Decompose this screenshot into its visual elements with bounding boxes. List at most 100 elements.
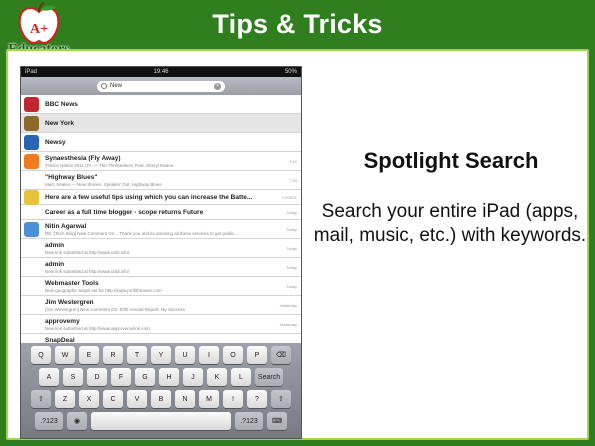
key-i[interactable]: I — [199, 346, 219, 364]
space-key[interactable] — [91, 412, 231, 430]
blank-icon — [24, 260, 39, 275]
result-title: Jim Westergren — [45, 298, 94, 306]
search-key[interactable]: Search — [255, 368, 283, 386]
result-date: 7:34 — [289, 177, 297, 183]
result-date: Yesterday — [279, 302, 297, 308]
status-bar: iPad 19:46 50% — [21, 67, 301, 77]
key-v[interactable]: V — [127, 390, 147, 408]
result-date: Today — [286, 209, 297, 215]
result-subtitle: New geographic target set for http://www… — [45, 287, 162, 293]
result-title: Synaesthesia (Fly Away) — [45, 154, 121, 162]
search-result-row[interactable]: New York — [21, 114, 301, 133]
key-q[interactable]: Q — [31, 346, 51, 364]
blank-icon — [24, 279, 39, 294]
result-title: "Highway Blues" — [45, 173, 98, 181]
blank-icon — [24, 298, 39, 313]
blank-icon — [24, 317, 39, 332]
search-result-row[interactable]: Here are a few useful tips using which y… — [21, 189, 301, 205]
keyboard-row-1: Q W E R T Y U I O P ⌫ — [24, 346, 298, 364]
key-o[interactable]: O — [223, 346, 243, 364]
key-b[interactable]: B — [151, 390, 171, 408]
result-subtitle: New link submitted at http://www.unbl.in… — [45, 268, 130, 274]
search-result-row[interactable]: Synaesthesia (Fly Away) Trance Nation 201… — [21, 152, 301, 171]
key-f[interactable]: F — [111, 368, 131, 386]
shift-key-right[interactable]: ⇧ — [271, 390, 291, 408]
key-g[interactable]: G — [135, 368, 155, 386]
key-a[interactable]: A — [39, 368, 59, 386]
result-title: Here are a few useful tips using which y… — [45, 193, 253, 201]
search-icon — [101, 83, 107, 89]
number-key[interactable]: .?123 — [35, 412, 63, 430]
hide-keyboard-key[interactable]: ⌨ — [267, 412, 287, 430]
result-title: Career as a full time blogger - scope re… — [45, 208, 204, 216]
search-result-row[interactable]: "Highway Blues" Marc Seales — New Stories… — [21, 171, 301, 190]
result-date: Today — [286, 245, 297, 251]
search-result-row[interactable]: BBC News — [21, 95, 301, 114]
key-e[interactable]: E — [79, 346, 99, 364]
search-result-row[interactable]: Career as a full time blogger - scope re… — [21, 205, 301, 220]
key-c[interactable]: C — [103, 390, 123, 408]
key-u[interactable]: U — [175, 346, 195, 364]
search-result-row[interactable]: admin New link submitted at http://www.un… — [21, 258, 301, 277]
keyboard-row-4: .?123 ◉ .?123 ⌨ — [24, 412, 298, 430]
result-title: admin — [45, 260, 65, 268]
mail-icon — [24, 221, 39, 237]
newsy-icon — [24, 134, 39, 150]
status-carrier: iPad — [25, 69, 38, 75]
shift-key[interactable]: ⇧ — [31, 390, 51, 408]
search-input[interactable]: New × — [97, 80, 225, 92]
search-result-row[interactable]: Nitin Agarwal RE: [Tech Blog] New Comment… — [21, 220, 301, 239]
key-exclaim[interactable]: ! — [223, 390, 243, 408]
status-time: 19:46 — [153, 69, 169, 75]
key-k[interactable]: K — [207, 368, 227, 386]
key-n[interactable]: N — [175, 390, 195, 408]
key-w[interactable]: W — [55, 346, 75, 364]
clear-icon[interactable]: × — [214, 82, 221, 90]
key-l[interactable]: L — [231, 368, 251, 386]
search-result-row[interactable]: Jim Westergren [Jim Westergren] New Comme… — [21, 296, 301, 315]
result-date: 3:40 — [289, 158, 297, 164]
key-s[interactable]: S — [63, 368, 83, 386]
title-bar: Tips & Tricks — [0, 0, 595, 46]
key-d[interactable]: D — [87, 368, 107, 386]
key-y[interactable]: Y — [151, 346, 171, 364]
result-subtitle: Trance Nation 2011 (Ft. — The Thrillseek… — [45, 162, 174, 168]
result-subtitle: [Jim Westergren] New Comment On: Fifth A… — [45, 306, 185, 312]
result-subtitle: RE: [Tech Blog] New Comment On... Thank … — [45, 230, 239, 236]
key-h[interactable]: H — [159, 368, 179, 386]
spotlight-search-bar: New × — [21, 77, 301, 95]
key-j[interactable]: J — [183, 368, 203, 386]
keyboard-row-2: A S D F G H J K L Search — [24, 368, 298, 386]
result-title: admin — [45, 241, 65, 249]
search-result-row[interactable]: admin New link submitted at http://www.un… — [21, 239, 301, 258]
number-key-right[interactable]: .?123 — [235, 412, 263, 430]
slide: Tips & Tricks A+ Educators iPad 19:46 50… — [0, 0, 595, 446]
slide-title: Tips & Tricks — [212, 9, 383, 39]
key-r[interactable]: R — [103, 346, 123, 364]
key-question[interactable]: ? — [247, 390, 267, 408]
key-m[interactable]: M — [199, 390, 219, 408]
key-t[interactable]: T — [127, 346, 147, 364]
search-result-row[interactable]: Newsy — [21, 133, 301, 152]
result-title: New York — [45, 119, 75, 127]
key-z[interactable]: Z — [55, 390, 75, 408]
logo-badge: A+ — [30, 22, 48, 37]
globe-key[interactable]: ◉ — [67, 412, 87, 430]
result-date: Today — [286, 264, 297, 270]
result-title: BBC News — [45, 100, 78, 108]
notes-icon — [24, 189, 39, 205]
section-body: Search your entire iPad (apps, mail, mus… — [313, 201, 587, 246]
search-result-row[interactable]: Webmaster Tools New geographic target set… — [21, 277, 301, 296]
blank-icon — [24, 241, 39, 256]
key-x[interactable]: X — [79, 390, 99, 408]
result-date: Today — [286, 226, 297, 232]
result-subtitle: Marc Seales — New Stories, Speakin' Out,… — [45, 181, 162, 187]
results-list: BBC News New York Newsy Synaesthesia (Fly A… — [21, 95, 301, 353]
key-p[interactable]: P — [247, 346, 267, 364]
search-result-row[interactable]: approvemy New link submitted at http://ww… — [21, 315, 301, 334]
status-battery: 50% — [284, 69, 297, 75]
delete-key[interactable]: ⌫ — [271, 346, 291, 364]
ipad-screenshot: iPad 19:46 50% New × BBC News New York New… — [20, 66, 302, 439]
result-date: 17/05/11 — [281, 194, 297, 200]
result-date: Yesterday — [279, 321, 297, 327]
